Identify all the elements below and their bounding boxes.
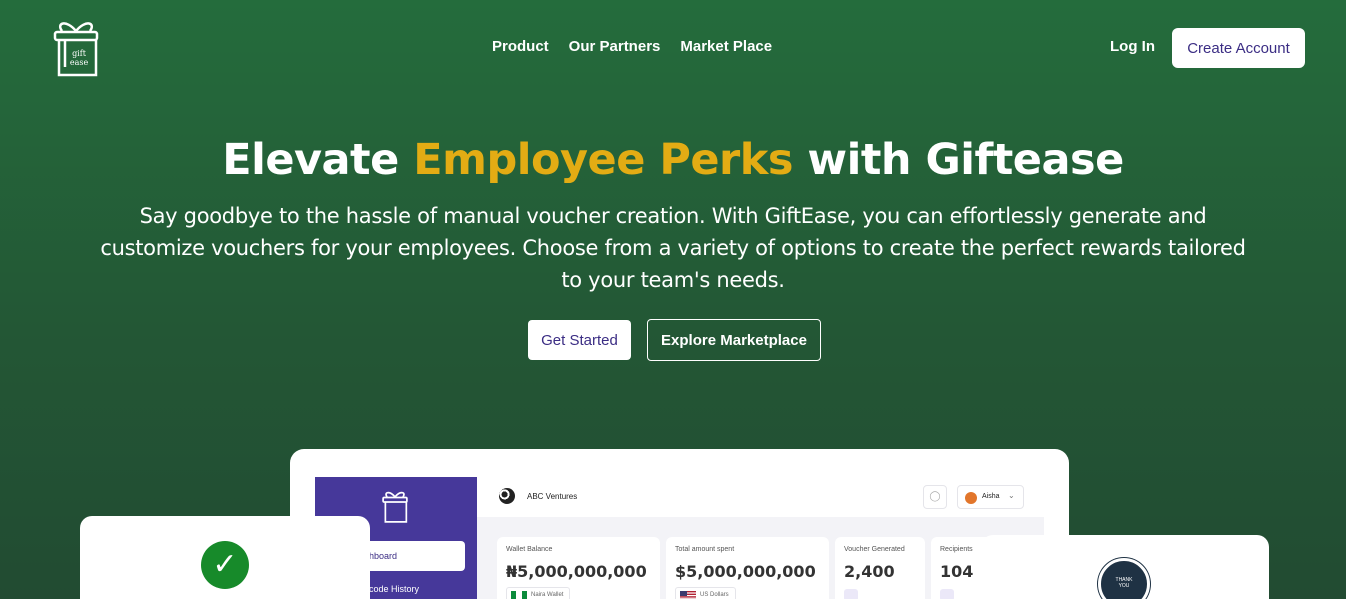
spent-currency: US Dollars xyxy=(700,592,729,598)
thank-you-card: THANK YOU xyxy=(981,535,1269,599)
sidebar-item-code-history: code History xyxy=(369,584,420,594)
explore-marketplace-button[interactable]: Explore Marketplace xyxy=(647,319,821,361)
users-icon xyxy=(940,589,954,599)
check-icon: ✓ xyxy=(201,541,249,589)
user-menu: Aisha ⌄ xyxy=(957,485,1024,509)
svg-text:gift: gift xyxy=(72,49,87,58)
card-value: 104 xyxy=(940,562,974,581)
get-started-button[interactable]: Get Started xyxy=(528,320,631,360)
user-name: Aisha xyxy=(982,493,1000,500)
gift-box-icon: gift ease xyxy=(53,22,99,77)
voucher-icon xyxy=(844,589,858,599)
dashboard-preview: hboard code History ABC Ventures ◯ Aisha… xyxy=(290,449,1069,599)
avatar xyxy=(965,492,977,504)
wallet-currency: Naira Wallet xyxy=(531,592,564,598)
main-nav: Product Our Partners Market Place xyxy=(492,38,772,55)
login-link[interactable]: Log In xyxy=(1110,38,1155,55)
chevron-down-icon: ⌄ xyxy=(1008,491,1015,500)
total-spent-card: Total amount spent $5,000,000,000 US Dol… xyxy=(666,537,829,599)
us-flag-icon xyxy=(680,591,696,599)
create-account-button[interactable]: Create Account xyxy=(1172,28,1305,68)
wallet-balance-card: Wallet Balance ₦5,000,000,000 Naira Wall… xyxy=(497,537,660,599)
hero-subtitle: Say goodbye to the hassle of manual vouc… xyxy=(100,204,1246,292)
dashboard-main: Wallet Balance ₦5,000,000,000 Naira Wall… xyxy=(477,517,1044,599)
thank-you-badge-icon: THANK YOU xyxy=(1098,558,1150,599)
company-avatar xyxy=(499,488,515,504)
dashboard-topbar: ABC Ventures ◯ Aisha ⌄ xyxy=(477,477,1069,517)
company-name: ABC Ventures xyxy=(527,492,578,501)
badge-text: THANK YOU xyxy=(1101,577,1147,589)
card-label: Wallet Balance xyxy=(506,546,553,553)
card-value: ₦5,000,000,000 xyxy=(506,562,647,581)
hero-title-part2: with Giftease xyxy=(807,135,1124,185)
vouchers-generated-card: Voucher Generated 2,400 xyxy=(835,537,925,599)
card-label: Voucher Generated xyxy=(844,546,905,553)
nav-market-place[interactable]: Market Place xyxy=(680,38,772,55)
giftease-logo[interactable]: gift ease xyxy=(52,17,100,77)
card-label: Total amount spent xyxy=(675,546,735,553)
usd-select: US Dollars xyxy=(675,587,736,599)
nav-our-partners[interactable]: Our Partners xyxy=(569,38,661,55)
gift-box-icon xyxy=(382,491,408,523)
nigeria-flag-icon xyxy=(511,591,527,599)
success-card: ✓ xyxy=(80,516,370,599)
hero-title: Elevate Employee Perks with Giftease xyxy=(0,135,1346,185)
svg-text:ease: ease xyxy=(70,58,89,67)
nav-product[interactable]: Product xyxy=(492,38,549,55)
card-value: $5,000,000,000 xyxy=(675,562,816,581)
hero-title-highlight: Employee Perks xyxy=(413,135,793,185)
bell-icon: ◯ xyxy=(923,485,947,509)
hero-title-part1: Elevate xyxy=(222,135,399,185)
badge-line2: YOU xyxy=(1118,583,1130,589)
card-value: 2,400 xyxy=(844,562,895,581)
card-label: Recipients xyxy=(940,546,973,553)
naira-wallet-select: Naira Wallet xyxy=(506,587,571,599)
